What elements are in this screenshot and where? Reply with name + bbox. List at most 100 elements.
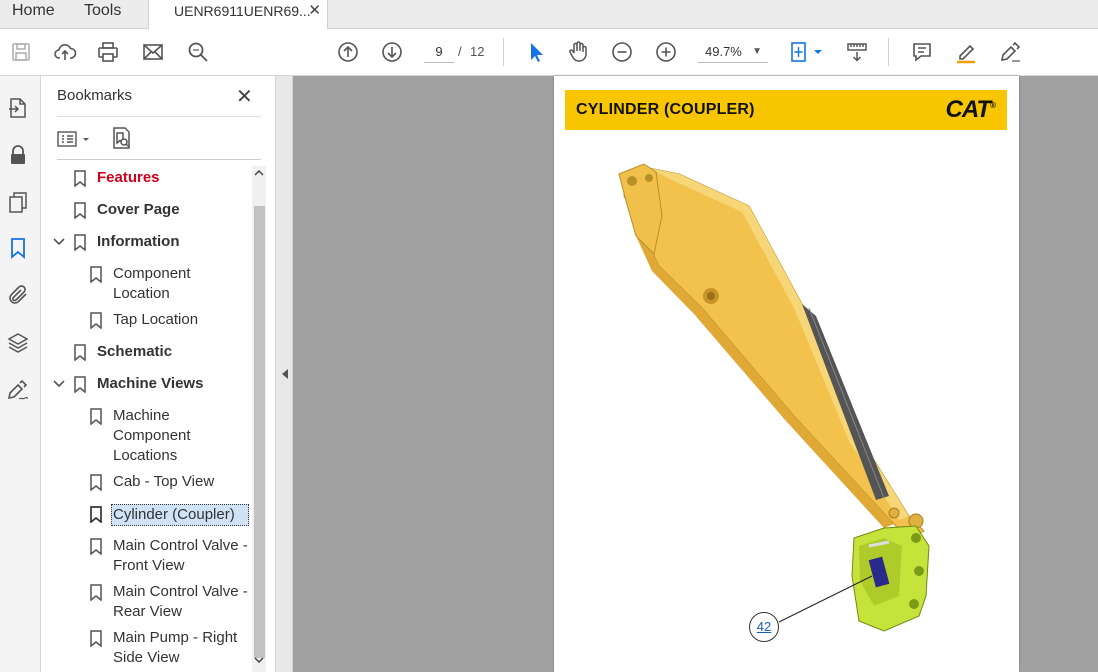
prev-page-icon[interactable] bbox=[335, 39, 361, 65]
stick-illustration bbox=[618, 163, 930, 632]
pages-icon[interactable] bbox=[6, 190, 32, 216]
pdf-page: CYLINDER (COUPLER) CAT® 42 bbox=[554, 76, 1019, 672]
select-cursor-icon[interactable] bbox=[522, 39, 548, 65]
export-pdf-icon[interactable] bbox=[6, 96, 32, 122]
bookmark-main-control-valve-front[interactable]: Main Control Valve - Front View bbox=[41, 536, 253, 578]
collapse-panel-icon[interactable] bbox=[281, 368, 289, 383]
bookmark-label: Machine Views bbox=[97, 375, 204, 392]
bookmark-label: Schematic bbox=[97, 343, 173, 360]
bookmark-features[interactable]: Features bbox=[41, 168, 253, 190]
bookmark-label-line: Main Pump - Right bbox=[113, 629, 238, 646]
bookmark-cover-page[interactable]: Cover Page bbox=[41, 200, 253, 222]
bookmark-icon[interactable] bbox=[6, 236, 32, 262]
highlight-icon[interactable] bbox=[953, 39, 979, 65]
bookmark-label: Cylinder (Coupler) bbox=[111, 504, 249, 526]
tab-bar: Home Tools UENR6911UENR69... ✕ bbox=[0, 0, 1098, 30]
bookmark-label-line: Location bbox=[113, 285, 170, 302]
upload-icon[interactable] bbox=[52, 39, 78, 65]
bookmark-flag-icon bbox=[90, 506, 102, 523]
bookmark-label-line: Rear View bbox=[113, 603, 182, 620]
fit-page-icon[interactable] bbox=[788, 39, 824, 65]
bookmark-main-pump-right-side[interactable]: Main Pump - Right Side View bbox=[41, 628, 253, 670]
bookmark-label-line: Main Control Valve - bbox=[113, 537, 248, 554]
bookmark-label-line: Front View bbox=[113, 557, 185, 574]
bookmark-flag-icon bbox=[74, 376, 86, 393]
bookmark-label: Cab - Top View bbox=[113, 473, 215, 490]
toolbar: / 12 49.7% ▼ bbox=[0, 29, 1098, 76]
bookmark-flag-icon bbox=[90, 474, 102, 491]
tab-document[interactable]: UENR6911UENR69... ✕ bbox=[148, 0, 328, 30]
bookmark-flag-icon bbox=[90, 630, 102, 647]
page-total: 12 bbox=[470, 44, 485, 59]
page-number-input[interactable] bbox=[424, 41, 454, 63]
document-viewport[interactable]: CYLINDER (COUPLER) CAT® 42 bbox=[293, 76, 1098, 672]
next-page-icon[interactable] bbox=[379, 39, 405, 65]
attachment-icon[interactable] bbox=[6, 283, 32, 309]
divider bbox=[57, 116, 261, 117]
bookmark-schematic[interactable]: Schematic bbox=[41, 342, 253, 364]
zoom-in-icon[interactable] bbox=[653, 39, 679, 65]
close-panel-icon[interactable]: ✕ bbox=[236, 84, 253, 109]
chevron-down-icon: ▼ bbox=[752, 46, 762, 57]
bookmark-machine-views[interactable]: Machine Views bbox=[41, 374, 253, 396]
sign-icon[interactable] bbox=[6, 378, 32, 404]
bookmark-tap-location[interactable]: Tap Location bbox=[41, 310, 253, 332]
bookmark-flag-icon bbox=[90, 266, 102, 283]
toolbar-divider bbox=[888, 38, 889, 66]
bookmark-flag-icon bbox=[74, 170, 86, 187]
bookmark-label-line: Component bbox=[113, 427, 191, 444]
tab-document-label: UENR6911UENR69... bbox=[174, 3, 311, 19]
bookmark-information[interactable]: Information bbox=[41, 232, 253, 254]
zoom-out-icon[interactable] bbox=[609, 39, 635, 65]
navigation-rail bbox=[0, 76, 41, 672]
bookmark-label: Features bbox=[97, 169, 160, 186]
bookmark-label-line: Component bbox=[113, 265, 191, 282]
bookmark-component-location[interactable]: Component Location bbox=[41, 264, 253, 306]
new-bookmark-icon[interactable] bbox=[109, 126, 133, 150]
bookmarks-scrollbar[interactable] bbox=[252, 166, 266, 672]
comment-icon[interactable] bbox=[909, 39, 935, 65]
layers-icon[interactable] bbox=[6, 331, 32, 357]
bookmark-machine-component-locations[interactable]: Machine Component Locations bbox=[41, 406, 253, 468]
zoom-value: 49.7% bbox=[705, 44, 742, 59]
print-icon[interactable] bbox=[95, 39, 121, 65]
bookmark-label-line: Locations bbox=[113, 447, 178, 464]
bookmark-label-line: Machine bbox=[113, 407, 170, 424]
bookmark-flag-icon bbox=[90, 312, 102, 329]
panel-splitter[interactable] bbox=[275, 76, 293, 672]
scroll-up-icon[interactable] bbox=[253, 168, 265, 181]
bookmark-flag-icon bbox=[90, 584, 102, 601]
bookmark-flag-icon bbox=[74, 234, 86, 251]
scroll-mode-icon[interactable] bbox=[844, 39, 870, 65]
bookmark-flag-icon bbox=[74, 344, 86, 361]
bookmark-label: Tap Location bbox=[113, 311, 199, 328]
collapse-chevron-icon[interactable] bbox=[52, 232, 66, 258]
hand-icon[interactable] bbox=[565, 39, 591, 65]
bookmark-cab-top-view[interactable]: Cab - Top View bbox=[41, 472, 253, 494]
close-tab-icon[interactable]: ✕ bbox=[308, 0, 321, 22]
find-icon[interactable] bbox=[185, 39, 211, 65]
panel-title: Bookmarks bbox=[57, 87, 133, 104]
bookmark-label: Information bbox=[97, 233, 180, 250]
email-icon[interactable] bbox=[140, 39, 166, 65]
toolbar-divider bbox=[503, 38, 504, 66]
bookmarks-panel: Bookmarks ✕ Features Cover Page Informat… bbox=[41, 76, 275, 672]
bookmark-flag-icon bbox=[90, 538, 102, 555]
callout-label[interactable]: 42 bbox=[749, 612, 779, 642]
scroll-down-icon[interactable] bbox=[253, 655, 265, 668]
bookmark-options-button[interactable] bbox=[57, 128, 93, 150]
page-separator: / bbox=[458, 44, 462, 59]
save-icon[interactable] bbox=[8, 39, 34, 65]
bookmark-cylinder-coupler[interactable]: Cylinder (Coupler) bbox=[41, 504, 253, 526]
collapse-chevron-icon[interactable] bbox=[52, 374, 66, 400]
bookmark-label-line: Main Control Valve - bbox=[113, 583, 248, 600]
bookmark-flag-icon bbox=[90, 408, 102, 425]
tab-tools[interactable]: Tools bbox=[84, 0, 121, 29]
bookmark-flag-icon bbox=[74, 202, 86, 219]
lock-icon[interactable] bbox=[6, 143, 32, 169]
bookmark-main-control-valve-rear[interactable]: Main Control Valve - Rear View bbox=[41, 582, 253, 624]
tab-home[interactable]: Home bbox=[12, 0, 55, 29]
zoom-select[interactable]: 49.7% ▼ bbox=[698, 41, 768, 63]
scrollbar-thumb[interactable] bbox=[254, 206, 265, 658]
sign-icon[interactable] bbox=[997, 39, 1023, 65]
